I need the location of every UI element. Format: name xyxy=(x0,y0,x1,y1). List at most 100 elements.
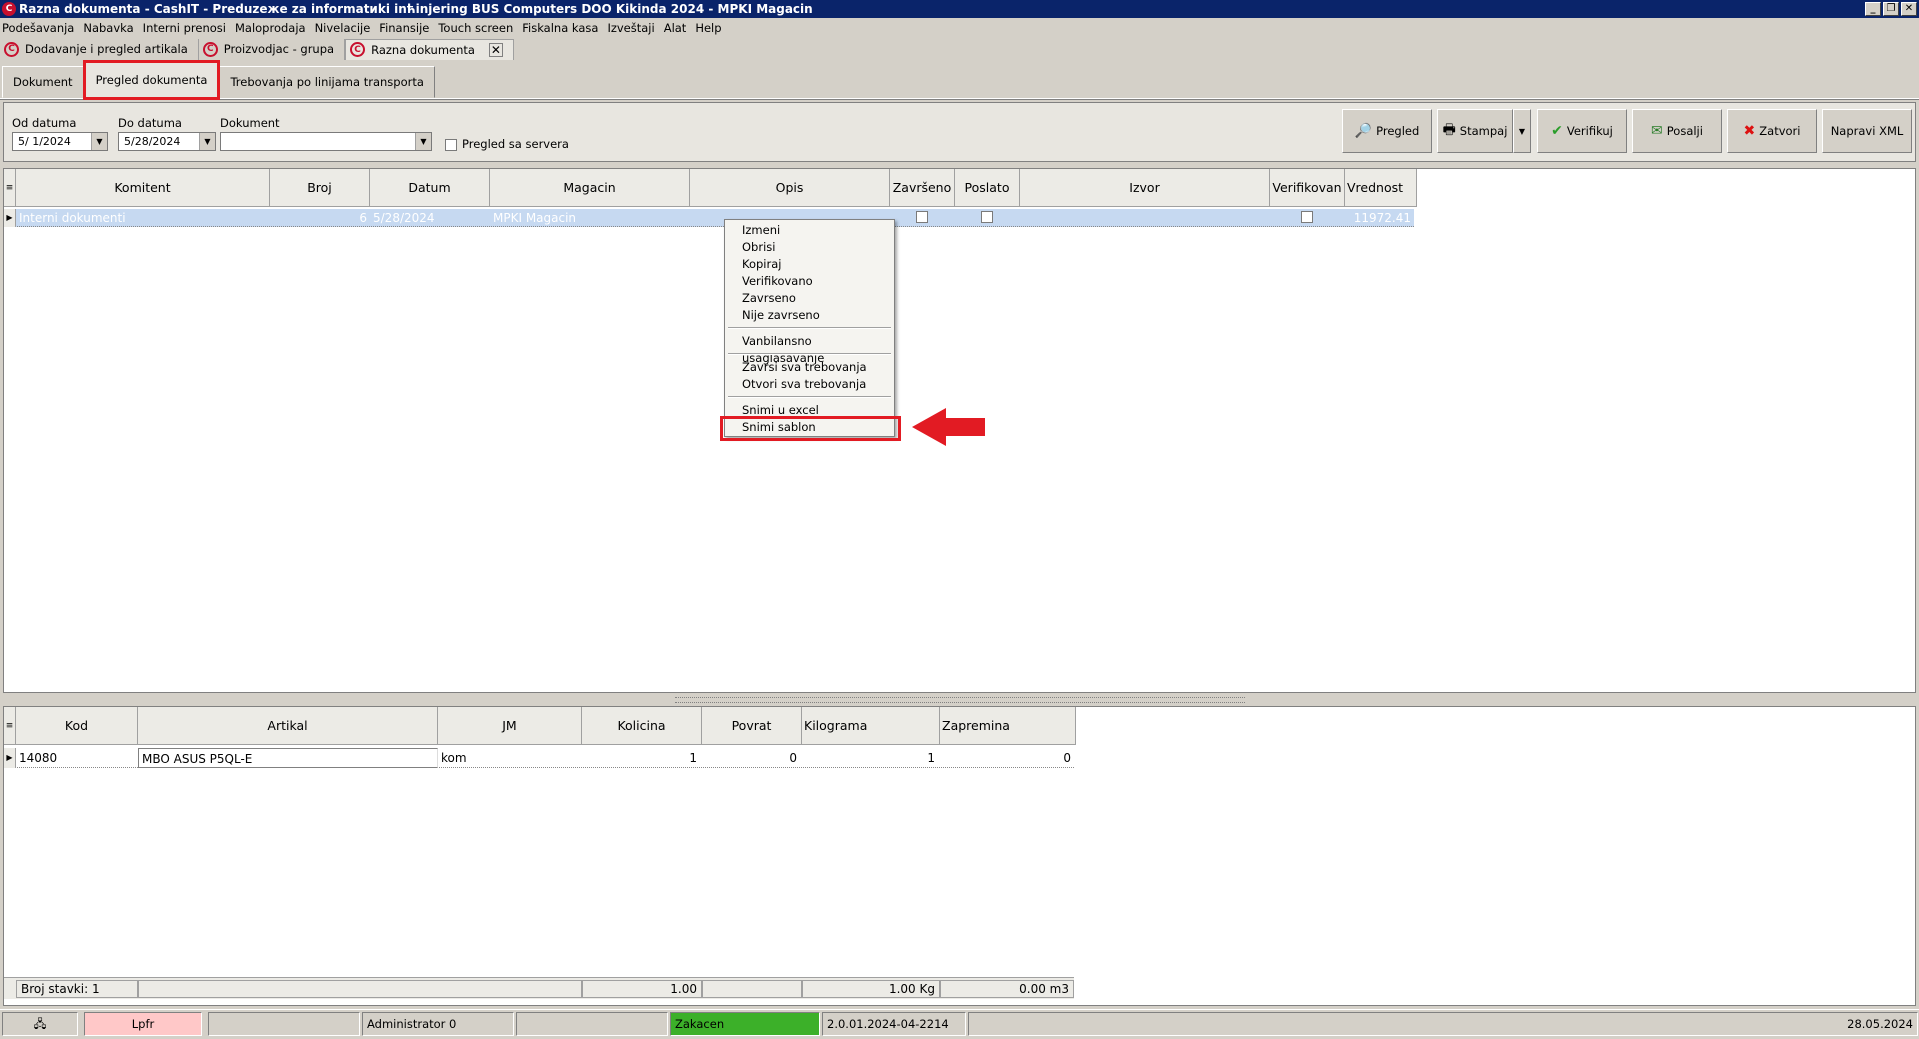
status-empty xyxy=(208,1012,360,1036)
col-povrat[interactable]: Povrat xyxy=(702,707,802,745)
verifikovan-checkbox[interactable] xyxy=(1301,211,1313,223)
col-broj[interactable]: Broj xyxy=(270,169,370,207)
poslato-checkbox[interactable] xyxy=(981,211,993,223)
menu-item-obrisi[interactable]: Obrisi xyxy=(725,239,894,256)
grid-menu-icon[interactable]: ≡ xyxy=(4,707,16,745)
col-izvor[interactable]: Izvor xyxy=(1020,169,1270,207)
cell-broj: 6 xyxy=(359,211,367,225)
chevron-down-icon[interactable]: ▼ xyxy=(91,133,107,150)
col-vrednost[interactable]: Vrednost xyxy=(1345,169,1417,207)
menu-item-otvori-sva-trebovanja[interactable]: Otvori sva trebovanja xyxy=(725,376,894,393)
stampaj-button[interactable]: 🖶 Stampaj xyxy=(1437,109,1513,153)
menu-fiskalna-kasa[interactable]: Fiskalna kasa xyxy=(522,21,598,35)
col-zapremina[interactable]: Zapremina xyxy=(940,707,1076,745)
menu-alat[interactable]: Alat xyxy=(664,21,687,35)
menu-item-izmeni[interactable]: Izmeni xyxy=(725,222,894,239)
col-opis[interactable]: Opis xyxy=(690,169,890,207)
col-magacin[interactable]: Magacin xyxy=(490,169,690,207)
close-button[interactable]: ✕ xyxy=(1901,2,1917,16)
menu-finansije[interactable]: Finansije xyxy=(379,21,429,35)
chevron-down-icon[interactable]: ▼ xyxy=(415,133,431,150)
menu-item-snimi-sablon[interactable]: Snimi sablon xyxy=(720,416,901,441)
menu-item-zavrseno[interactable]: Zavrseno xyxy=(725,290,894,307)
napravi-xml-button[interactable]: Napravi XML xyxy=(1822,109,1912,153)
menu-izvestaji[interactable]: Izveštaji xyxy=(607,21,654,35)
dokument-select[interactable]: ▼ xyxy=(220,132,432,151)
col-kilograma[interactable]: Kilograma xyxy=(802,707,940,745)
row-indicator-icon: ▶ xyxy=(4,209,16,227)
stampaj-button-label: Stampaj xyxy=(1459,124,1508,138)
chevron-down-icon[interactable]: ▼ xyxy=(199,133,215,150)
col-verifikovan[interactable]: Verifikovan xyxy=(1270,169,1345,207)
cell-jm: kom xyxy=(441,751,467,765)
posalji-button[interactable]: ✉ Posalji xyxy=(1632,109,1722,153)
doc-tab-razna-dokumenta[interactable]: C Razna dokumenta ✕ xyxy=(345,38,514,60)
doc-tab-proizvodjac-grupa[interactable]: C Proizvodjac - grupa xyxy=(199,38,346,60)
pregled-button[interactable]: 🔎 Pregled xyxy=(1342,109,1432,153)
menu-item-verifikovano[interactable]: Verifikovano xyxy=(725,273,894,290)
col-zavrseno[interactable]: Završeno xyxy=(890,169,955,207)
do-datuma-value: 5/28/2024 xyxy=(124,135,181,148)
doc-tab-label: Dodavanje i pregled artikala xyxy=(25,42,188,56)
close-tab-icon[interactable]: ✕ xyxy=(488,42,503,57)
zapremina-total: 0.00 m3 xyxy=(940,980,1074,998)
menu-podesavanja[interactable]: Podešavanja xyxy=(2,21,74,35)
pregled-sa-servera-label: Pregled sa servera xyxy=(462,137,569,151)
minimize-button[interactable]: _ xyxy=(1865,2,1881,16)
zavrseno-checkbox[interactable] xyxy=(916,211,928,223)
menu-bar: Podešavanja Nabavka Interni prenosi Malo… xyxy=(0,18,1919,38)
user-status: Administrator 0 xyxy=(362,1012,514,1036)
menu-item-snimi-u-excel[interactable]: Snimi u excel xyxy=(725,402,894,419)
grid-splitter[interactable] xyxy=(675,697,1245,703)
cell-artikal[interactable]: MBO ASUS P5QL-E xyxy=(138,748,438,768)
doc-tab-dodavanje-artikala[interactable]: C Dodavanje i pregled artikala xyxy=(0,38,199,60)
od-datuma-picker[interactable]: 5/ 1/2024 ▼ xyxy=(12,132,108,151)
zatvori-button[interactable]: ✖ Zatvori xyxy=(1727,109,1817,153)
menu-interni-prenosi[interactable]: Interni prenosi xyxy=(143,21,226,35)
menu-item-vanbilansno[interactable]: Vanbilansno usaglasavanje xyxy=(725,333,894,365)
cell-izvor xyxy=(1020,209,1270,227)
chevron-down-icon: ▼ xyxy=(1518,126,1526,136)
checkmark-icon: ✔ xyxy=(1551,123,1563,139)
title-bar: C Razna dokumenta - CashIT - Preduzeжe z… xyxy=(0,0,1919,18)
filter-panel: Od datuma 5/ 1/2024 ▼ Do datuma 5/28/202… xyxy=(3,102,1916,162)
network-icon: 🖧 xyxy=(2,1012,78,1036)
menu-nabavka[interactable]: Nabavka xyxy=(83,21,133,35)
tab-pregled-dokumenta[interactable]: Pregled dokumenta xyxy=(82,60,221,100)
menu-help[interactable]: Help xyxy=(695,21,721,35)
cell-magacin: MPKI Magacin xyxy=(493,211,577,225)
restore-button[interactable]: ❐ xyxy=(1883,2,1899,16)
col-artikal[interactable]: Artikal xyxy=(138,707,438,745)
col-datum[interactable]: Datum xyxy=(370,169,490,207)
cashit-logo-icon: C xyxy=(202,41,218,57)
table-row[interactable]: ▶ Interni dokumenti 6 5/28/2024 MPKI Mag… xyxy=(4,209,1414,227)
tab-dokument[interactable]: Dokument xyxy=(2,66,84,98)
status-empty xyxy=(516,1012,668,1036)
menu-touch-screen[interactable]: Touch screen xyxy=(438,21,513,35)
version-status: 2.0.01.2024-04-2214 xyxy=(822,1012,966,1036)
cell-komitent: Interni dokumenti xyxy=(19,211,126,225)
col-jm[interactable]: JM xyxy=(438,707,582,745)
menu-item-zavrsi-sva-trebovanja[interactable]: Zavrsi sva trebovanja xyxy=(725,359,894,376)
table-row[interactable]: ▶ 14080 MBO ASUS P5QL-E kom 1 0 1 0 xyxy=(4,748,1074,768)
menu-nivelacije[interactable]: Nivelacije xyxy=(315,21,371,35)
col-kod[interactable]: Kod xyxy=(16,707,138,745)
grid-menu-icon[interactable]: ≡ xyxy=(4,169,16,207)
menu-item-nije-zavrseno[interactable]: Nije zavrseno xyxy=(725,307,894,324)
do-datuma-picker[interactable]: 5/28/2024 ▼ xyxy=(118,132,216,151)
od-datuma-value: 5/ 1/2024 xyxy=(18,135,71,148)
menu-maloprodaja[interactable]: Maloprodaja xyxy=(235,21,306,35)
row-indicator-icon: ▶ xyxy=(4,748,16,768)
cell-vrednost: 11972.41 xyxy=(1353,211,1411,225)
pregled-sa-servera-checkbox[interactable] xyxy=(445,139,457,151)
stampaj-dropdown-button[interactable]: ▼ xyxy=(1513,109,1531,153)
tab-trebovanja[interactable]: Trebovanja po linijama transporta xyxy=(219,66,435,98)
col-poslato[interactable]: Poslato xyxy=(955,169,1020,207)
col-kolicina[interactable]: Kolicina xyxy=(582,707,702,745)
lpfr-status: Lpfr xyxy=(84,1012,202,1036)
verifikuj-button[interactable]: ✔ Verifikuj xyxy=(1537,109,1627,153)
tab-divider xyxy=(0,98,1919,100)
menu-item-kopiraj[interactable]: Kopiraj xyxy=(725,256,894,273)
col-komitent[interactable]: Komitent xyxy=(16,169,270,207)
document-tabs: C Dodavanje i pregled artikala C Proizvo… xyxy=(0,38,514,60)
